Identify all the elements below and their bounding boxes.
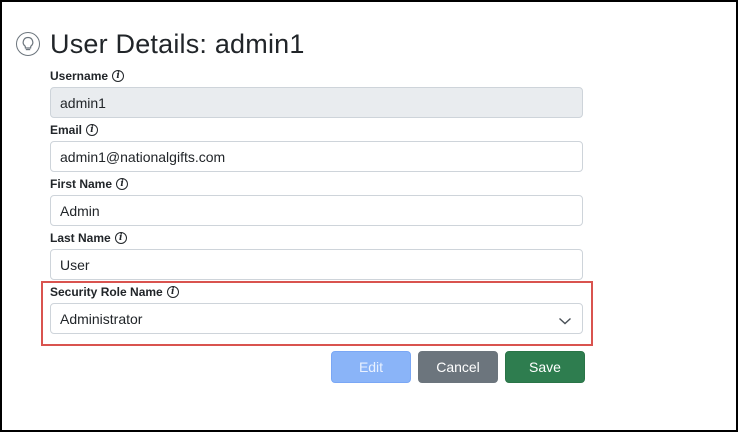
security-role-select[interactable]: Administrator (50, 303, 583, 334)
chevron-down-icon (558, 313, 572, 329)
cancel-button-label: Cancel (436, 359, 480, 375)
info-icon[interactable]: i (112, 70, 125, 82)
save-button-label: Save (529, 359, 561, 375)
info-icon[interactable]: i (114, 232, 127, 244)
username-field[interactable]: admin1 (50, 87, 583, 118)
info-icon[interactable]: i (116, 178, 129, 190)
last-name-field[interactable]: User (50, 249, 583, 280)
email-label-text: Email (50, 123, 83, 137)
username-label: Username i (50, 68, 125, 84)
page-header: User Details: admin1 (16, 28, 305, 60)
first-name-value: Admin (60, 202, 100, 219)
last-name-label-text: Last Name (50, 231, 111, 245)
lightbulb-icon (16, 32, 40, 56)
page-title: User Details: admin1 (50, 28, 305, 59)
email-value: admin1@nationalgifts.com (60, 148, 226, 165)
security-role-value: Administrator (60, 310, 143, 327)
window-frame: User Details: admin1 Username i admin1 E… (0, 0, 738, 432)
cancel-button[interactable]: Cancel (418, 351, 498, 383)
save-button[interactable]: Save (505, 351, 585, 383)
first-name-label-text: First Name (50, 177, 113, 191)
first-name-label: First Name i (50, 176, 129, 192)
username-label-text: Username (50, 69, 109, 83)
info-icon[interactable]: i (166, 286, 179, 298)
last-name-label: Last Name i (50, 230, 127, 246)
username-value: admin1 (60, 94, 106, 111)
edit-button[interactable]: Edit (331, 351, 411, 383)
security-role-label: Security Role Name i (50, 284, 179, 300)
first-name-field[interactable]: Admin (50, 195, 583, 226)
info-icon[interactable]: i (86, 124, 99, 136)
edit-button-label: Edit (358, 359, 384, 375)
last-name-value: User (60, 256, 90, 273)
security-role-label-text: Security Role Name (50, 285, 163, 299)
email-field[interactable]: admin1@nationalgifts.com (50, 141, 583, 172)
email-label: Email i (50, 122, 99, 138)
